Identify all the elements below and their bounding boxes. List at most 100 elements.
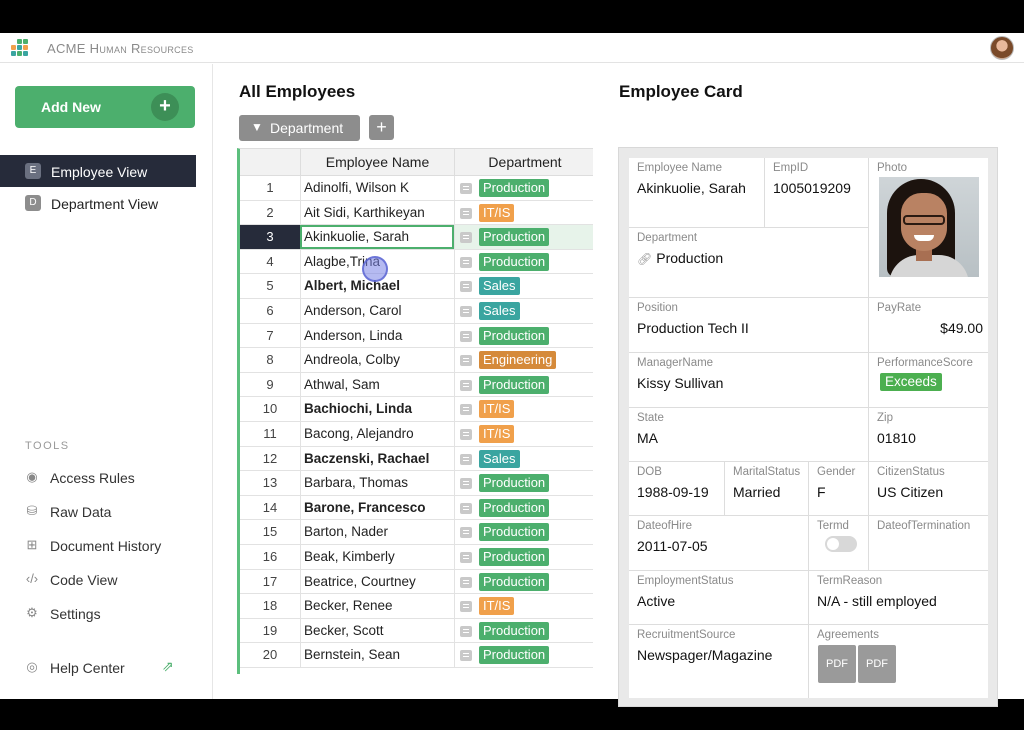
row-number[interactable]: 9 xyxy=(240,373,300,397)
sidebar-item-department-view[interactable]: D Department View xyxy=(0,187,196,219)
table-row[interactable]: 3 Akinkuolie, Sarah Production xyxy=(240,225,593,250)
record-card-icon[interactable] xyxy=(460,601,472,613)
field-employment-status[interactable]: EmploymentStatus Active xyxy=(629,571,809,625)
field-employee-name[interactable]: Employee Name Akinkuolie, Sarah xyxy=(629,158,765,228)
field-term-reason[interactable]: TermReason N/A - still employed xyxy=(809,571,988,625)
record-card-icon[interactable] xyxy=(460,478,472,490)
cell-employee-name[interactable]: Anderson, Carol xyxy=(300,299,454,323)
pdf-file-icon[interactable]: PDF xyxy=(818,645,856,683)
row-number[interactable]: 20 xyxy=(240,643,300,667)
add-new-button[interactable]: Add New + xyxy=(15,86,195,128)
record-card-icon[interactable] xyxy=(460,330,472,342)
acme-logo-icon[interactable] xyxy=(10,38,30,58)
row-number[interactable]: 8 xyxy=(240,348,300,372)
sidebar-item-employee-view[interactable]: E Employee View xyxy=(0,155,196,187)
record-card-icon[interactable] xyxy=(460,650,472,662)
cell-employee-name[interactable]: Athwal, Sam xyxy=(300,372,454,397)
row-number[interactable]: 2 xyxy=(240,201,300,225)
row-number[interactable]: 6 xyxy=(240,299,300,323)
row-number[interactable]: 11 xyxy=(240,422,300,446)
cell-department[interactable]: IT/IS xyxy=(454,594,593,618)
record-card-icon[interactable] xyxy=(460,306,472,317)
employee-grid[interactable]: Employee Name Department 1 Adinolfi, Wils… xyxy=(237,148,593,674)
cell-department[interactable]: Sales xyxy=(454,446,593,471)
record-card-icon[interactable] xyxy=(460,527,472,539)
tool-settings[interactable]: ⚙ Settings xyxy=(24,604,194,624)
row-number[interactable]: 5 xyxy=(240,274,300,298)
table-row[interactable]: 7 Anderson, Linda Production xyxy=(240,323,593,349)
field-dob[interactable]: DOB 1988-09-19 xyxy=(629,462,725,516)
table-row[interactable]: 13 Barbara, Thomas Production xyxy=(240,471,593,496)
column-header-department[interactable]: Department xyxy=(454,149,593,176)
table-row[interactable]: 14 Barone, Francesco Production xyxy=(240,495,593,521)
record-card-icon[interactable] xyxy=(460,183,472,194)
table-row[interactable]: 18 Becker, Renee IT/IS xyxy=(240,594,593,619)
field-emp-id[interactable]: EmpID 1005019209 xyxy=(765,158,869,228)
record-card-icon[interactable] xyxy=(460,429,472,440)
record-card-icon[interactable] xyxy=(460,625,472,637)
field-agreements[interactable]: Agreements PDF PDF xyxy=(809,625,988,698)
cell-department[interactable]: Production xyxy=(454,618,593,643)
record-card-icon[interactable] xyxy=(460,207,472,219)
help-center-link[interactable]: ◎ Help Center xyxy=(24,658,154,678)
cell-department[interactable]: Production xyxy=(454,249,593,274)
cell-department[interactable]: Production xyxy=(454,323,593,348)
cell-department[interactable]: Production xyxy=(454,545,593,569)
cell-employee-name[interactable]: Barbara, Thomas xyxy=(300,471,454,495)
table-row[interactable]: 11 Bacong, Alejandro IT/IS xyxy=(240,422,593,447)
row-number[interactable]: 16 xyxy=(240,545,300,569)
tool-document-history[interactable]: ⊞ Document History xyxy=(24,536,194,556)
table-row[interactable]: 2 Ait Sidi, Karthikeyan IT/IS xyxy=(240,200,593,226)
tool-raw-data[interactable]: ⛁ Raw Data xyxy=(24,502,194,522)
cell-employee-name[interactable]: Becker, Renee xyxy=(300,594,454,618)
row-number[interactable]: 14 xyxy=(240,496,300,520)
cell-employee-name[interactable]: Ait Sidi, Karthikeyan xyxy=(300,200,454,225)
table-row[interactable]: 10 Bachiochi, Linda IT/IS xyxy=(240,397,593,422)
cell-employee-name[interactable]: Baczenski, Rachael xyxy=(300,446,454,471)
record-card-icon[interactable] xyxy=(460,256,472,268)
cell-employee-name[interactable]: Barone, Francesco xyxy=(300,495,454,520)
cell-department[interactable]: Production xyxy=(454,372,593,397)
field-photo[interactable]: Photo xyxy=(869,158,988,298)
row-number[interactable]: 12 xyxy=(240,447,300,471)
row-number[interactable]: 4 xyxy=(240,250,300,274)
cell-department[interactable]: Sales xyxy=(454,274,593,298)
row-number[interactable]: 10 xyxy=(240,397,300,421)
tool-code-view[interactable]: ‹/› Code View xyxy=(24,570,194,590)
external-link-icon[interactable]: ⇗ xyxy=(162,658,174,675)
table-row[interactable]: 16 Beak, Kimberly Production xyxy=(240,545,593,570)
cell-employee-name[interactable]: Andreola, Colby xyxy=(300,348,454,372)
field-zip[interactable]: Zip 01810 xyxy=(869,408,988,462)
cell-department[interactable]: Production xyxy=(454,520,593,544)
cell-department[interactable]: Engineering xyxy=(454,348,593,372)
cell-employee-name[interactable]: Bernstein, Sean xyxy=(300,643,454,667)
cell-employee-name[interactable]: Akinkuolie, Sarah xyxy=(300,225,454,249)
cell-employee-name[interactable]: Beatrice, Courtney xyxy=(300,569,454,594)
record-card-icon[interactable] xyxy=(460,502,472,514)
cell-employee-name[interactable]: Barton, Nader xyxy=(300,520,454,544)
field-performance-score[interactable]: PerformanceScore Exceeds xyxy=(869,353,988,408)
field-manager-name[interactable]: ManagerName Kissy Sullivan xyxy=(629,353,869,408)
row-number[interactable]: 18 xyxy=(240,594,300,618)
record-card-icon[interactable] xyxy=(460,355,472,367)
row-number[interactable]: 13 xyxy=(240,471,300,495)
cell-department[interactable]: Sales xyxy=(454,299,593,323)
cell-employee-name[interactable]: Bacong, Alejandro xyxy=(300,422,454,446)
field-state[interactable]: State MA xyxy=(629,408,869,462)
cell-employee-name[interactable]: Adinolfi, Wilson K xyxy=(300,176,454,200)
table-row[interactable]: 9 Athwal, Sam Production xyxy=(240,372,593,398)
cell-department[interactable]: Production xyxy=(454,176,593,200)
cell-employee-name[interactable]: Anderson, Linda xyxy=(300,323,454,348)
field-pay-rate[interactable]: PayRate $49.00 xyxy=(869,298,988,353)
pdf-file-icon[interactable]: PDF xyxy=(858,645,896,683)
record-card-icon[interactable] xyxy=(460,379,472,391)
table-row[interactable]: 8 Andreola, Colby Engineering xyxy=(240,348,593,373)
record-card-icon[interactable] xyxy=(460,552,472,563)
field-date-of-termination[interactable]: DateofTermination xyxy=(869,516,988,571)
table-row[interactable]: 20 Bernstein, Sean Production xyxy=(240,643,593,668)
cell-department[interactable]: Production xyxy=(454,471,593,495)
user-avatar[interactable] xyxy=(990,36,1014,60)
table-row[interactable]: 1 Adinolfi, Wilson K Production xyxy=(240,176,593,201)
row-number[interactable]: 3 xyxy=(240,225,300,249)
table-row[interactable]: 17 Beatrice, Courtney Production xyxy=(240,569,593,595)
